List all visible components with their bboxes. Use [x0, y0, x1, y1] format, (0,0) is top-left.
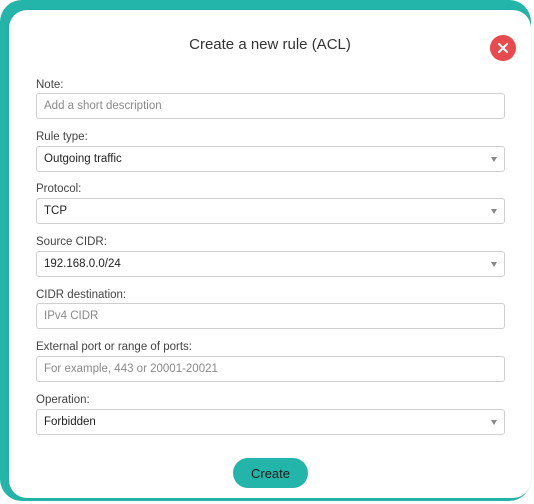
- port-input[interactable]: For example, 443 or 20001-20021: [36, 356, 505, 382]
- operation-value: Forbidden: [44, 416, 96, 428]
- create-button[interactable]: Create: [233, 458, 308, 488]
- cidr-destination-input[interactable]: IPv4 CIDR: [36, 303, 505, 329]
- cidr-destination-label: CIDR destination:: [36, 289, 127, 301]
- dialog-frame: Create a new rule (ACL) Note: Add a shor…: [0, 0, 534, 504]
- chevron-down-icon: [491, 157, 497, 162]
- rule-type-label: Rule type:: [36, 131, 88, 143]
- operation-label: Operation:: [36, 394, 90, 406]
- source-cidr-label: Source CIDR:: [36, 236, 107, 248]
- note-input[interactable]: Add a short description: [36, 93, 505, 119]
- chevron-down-icon: [491, 262, 497, 267]
- close-icon: [498, 43, 508, 53]
- port-label: External port or range of ports:: [36, 341, 192, 353]
- rule-type-value: Outgoing traffic: [44, 153, 122, 165]
- source-cidr-select[interactable]: 192.168.0.0/24: [36, 251, 505, 277]
- port-placeholder: For example, 443 or 20001-20021: [44, 363, 218, 375]
- cidr-destination-placeholder: IPv4 CIDR: [44, 310, 99, 322]
- protocol-label: Protocol:: [36, 183, 82, 195]
- chevron-down-icon: [491, 420, 497, 425]
- chevron-down-icon: [491, 209, 497, 214]
- rule-type-select[interactable]: Outgoing traffic: [36, 146, 505, 172]
- close-button[interactable]: [490, 35, 516, 61]
- note-label: Note:: [36, 79, 64, 91]
- dialog-title: Create a new rule (ACL): [189, 36, 351, 53]
- source-cidr-value: 192.168.0.0/24: [44, 258, 121, 270]
- operation-select[interactable]: Forbidden: [36, 409, 505, 435]
- protocol-select[interactable]: TCP: [36, 198, 505, 224]
- protocol-value: TCP: [44, 205, 67, 217]
- note-placeholder: Add a short description: [44, 100, 162, 112]
